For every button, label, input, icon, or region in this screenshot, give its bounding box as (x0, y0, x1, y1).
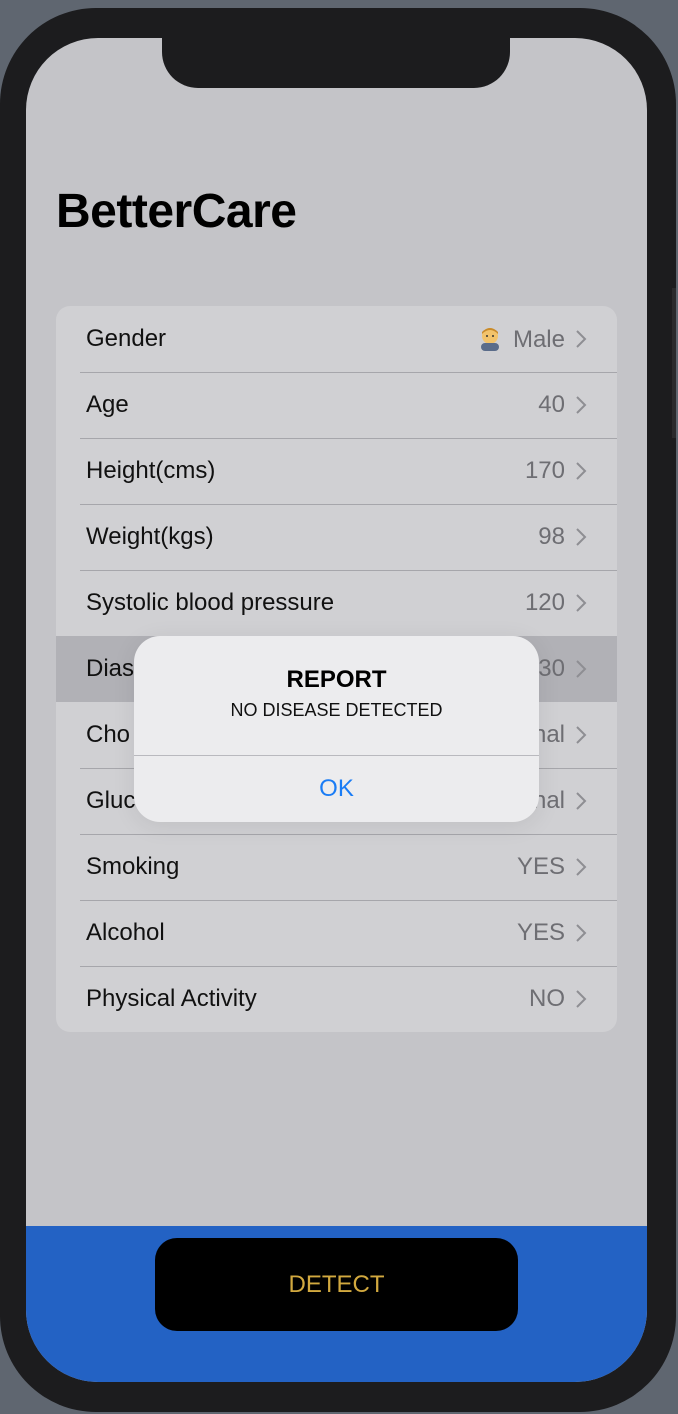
row-systolic[interactable]: Systolic blood pressure 120 (56, 570, 617, 636)
row-weight[interactable]: Weight(kgs) 98 (56, 504, 617, 570)
detect-button[interactable]: DETECT (155, 1238, 518, 1331)
row-label: Age (86, 391, 129, 418)
row-value: 98 (538, 523, 565, 550)
row-alcohol[interactable]: Alcohol YES (56, 900, 617, 966)
chevron-right-icon (576, 924, 587, 942)
page-title: BetterCare (56, 185, 297, 238)
report-alert: REPORT NO DISEASE DETECTED OK (134, 636, 539, 822)
row-label: Alcohol (86, 919, 165, 946)
chevron-right-icon (576, 528, 587, 546)
alert-message: NO DISEASE DETECTED (230, 700, 443, 720)
row-label: Gender (86, 325, 167, 352)
row-value: 40 (538, 391, 565, 418)
man-emoji-icon (480, 327, 499, 351)
notch (162, 38, 510, 88)
chevron-right-icon (576, 858, 587, 876)
row-value: 120 (524, 589, 565, 616)
row-age[interactable]: Age 40 (56, 372, 617, 438)
chevron-right-icon (576, 726, 587, 744)
row-label: Weight(kgs) (86, 523, 214, 550)
row-label: Smoking (86, 853, 180, 880)
row-value: Male (477, 325, 565, 354)
row-value: 170 (524, 457, 565, 484)
row-label: Systolic blood pressure (86, 589, 335, 616)
gender-value: Male (512, 325, 565, 353)
row-gender[interactable]: Gender Male (56, 306, 617, 372)
chevron-right-icon (576, 396, 587, 414)
row-height[interactable]: Height(cms) 170 (56, 438, 617, 504)
row-value: NO (529, 985, 565, 1012)
phone-frame: BetterCare Gender Male Age 40 Height(cms… (0, 8, 676, 1412)
row-value: YES (516, 919, 565, 946)
chevron-right-icon (576, 660, 587, 678)
chevron-right-icon (576, 792, 587, 810)
screen: BetterCare Gender Male Age 40 Height(cms… (26, 38, 647, 1382)
row-smoking[interactable]: Smoking YES (56, 834, 617, 900)
ok-button[interactable]: OK (134, 756, 539, 822)
row-label: Physical Activity (86, 985, 257, 1012)
chevron-right-icon (576, 990, 587, 1008)
row-label: Height(cms) (86, 457, 216, 484)
row-value: 30 (538, 655, 565, 682)
bottom-bar: DETECT (26, 1226, 647, 1382)
row-physical-activity[interactable]: Physical Activity NO (56, 966, 617, 1032)
chevron-right-icon (576, 462, 587, 480)
alert-title: REPORT (286, 666, 387, 693)
chevron-right-icon (576, 594, 587, 612)
side-button (672, 288, 676, 438)
chevron-right-icon (576, 330, 587, 348)
row-value: YES (516, 853, 565, 880)
